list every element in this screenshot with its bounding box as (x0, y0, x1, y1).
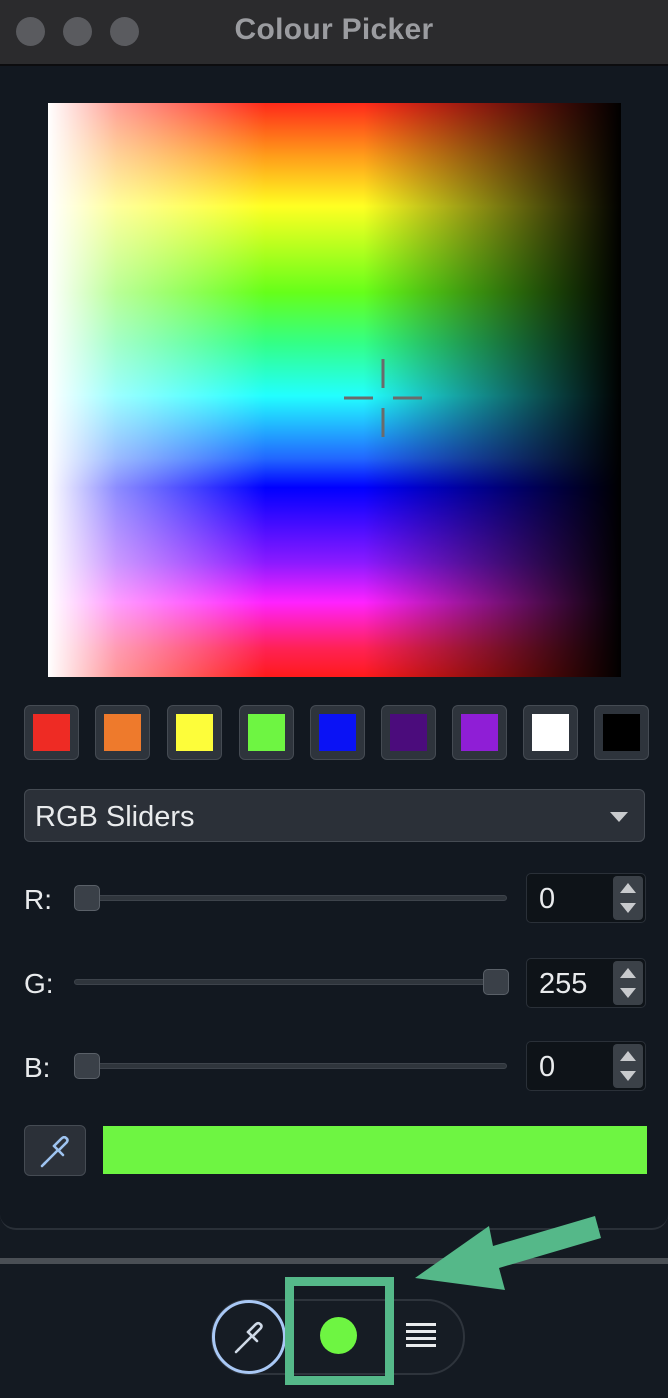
chevron-down-icon (610, 812, 628, 822)
swatch-dark-purple[interactable] (381, 705, 436, 760)
green-decrement-icon[interactable] (620, 988, 636, 998)
eyedropper-button[interactable] (24, 1125, 86, 1176)
red-slider-thumb[interactable] (74, 885, 100, 911)
red-slider-track[interactable] (74, 885, 507, 911)
swatch-blue[interactable] (310, 705, 365, 760)
green-value-field[interactable]: 255 (526, 958, 646, 1008)
eyedropper-mode-button[interactable] (212, 1300, 286, 1374)
annotation-arrow (415, 1216, 601, 1290)
colour-spectrum[interactable] (48, 103, 621, 677)
blue-slider-label: B: (24, 1052, 51, 1083)
blue-value: 0 (539, 1051, 556, 1083)
red-stepper[interactable] (613, 876, 643, 920)
swatch-white[interactable] (523, 705, 578, 760)
list-icon[interactable] (406, 1323, 436, 1351)
swatch-blue-colour (319, 714, 356, 751)
swatch-yellow[interactable] (167, 705, 222, 760)
blue-slider-thumb[interactable] (74, 1053, 100, 1079)
swatch-green[interactable] (239, 705, 294, 760)
red-decrement-icon[interactable] (620, 903, 636, 913)
swatch-black[interactable] (594, 705, 649, 760)
colour-mode-selected: RGB Sliders (35, 801, 195, 833)
swatch-orange[interactable] (95, 705, 150, 760)
blue-decrement-icon[interactable] (620, 1071, 636, 1081)
swatch-white-colour (532, 714, 569, 751)
blue-stepper[interactable] (613, 1044, 643, 1088)
window-title: Colour Picker (234, 13, 434, 46)
colour-picker-window: Colour Picker RGB Sliders R: 0 G: 255 B:… (0, 0, 668, 1230)
blue-slider-track[interactable] (74, 1053, 507, 1079)
swatch-purple-colour (461, 714, 498, 751)
eyedropper-icon (40, 1136, 69, 1168)
annotation-highlight-box (285, 1277, 394, 1385)
colour-mode-dropdown[interactable]: RGB Sliders (24, 789, 645, 842)
swatch-dark-purple-colour (390, 714, 427, 751)
swatch-red-colour (33, 714, 70, 751)
red-value-field[interactable]: 0 (526, 873, 646, 923)
green-value: 255 (539, 968, 588, 1000)
swatch-red[interactable] (24, 705, 79, 760)
green-stepper[interactable] (613, 961, 643, 1005)
green-slider-track[interactable] (74, 969, 509, 995)
green-slider-thumb[interactable] (483, 969, 509, 995)
crosshair-icon[interactable] (344, 359, 422, 437)
swatch-yellow-colour (176, 714, 213, 751)
title-bar[interactable]: Colour Picker (0, 0, 668, 66)
blue-value-field[interactable]: 0 (526, 1041, 646, 1091)
eyedropper-icon (234, 1321, 263, 1354)
red-value: 0 (539, 883, 556, 915)
current-colour-preview (103, 1126, 647, 1174)
green-increment-icon[interactable] (620, 968, 636, 978)
red-slider-label: R: (24, 884, 52, 915)
swatch-purple[interactable] (452, 705, 507, 760)
green-slider-label: G: (24, 968, 54, 999)
swatch-black-colour (603, 714, 640, 751)
swatch-orange-colour (104, 714, 141, 751)
swatch-green-colour (248, 714, 285, 751)
red-increment-icon[interactable] (620, 883, 636, 893)
blue-increment-icon[interactable] (620, 1051, 636, 1061)
